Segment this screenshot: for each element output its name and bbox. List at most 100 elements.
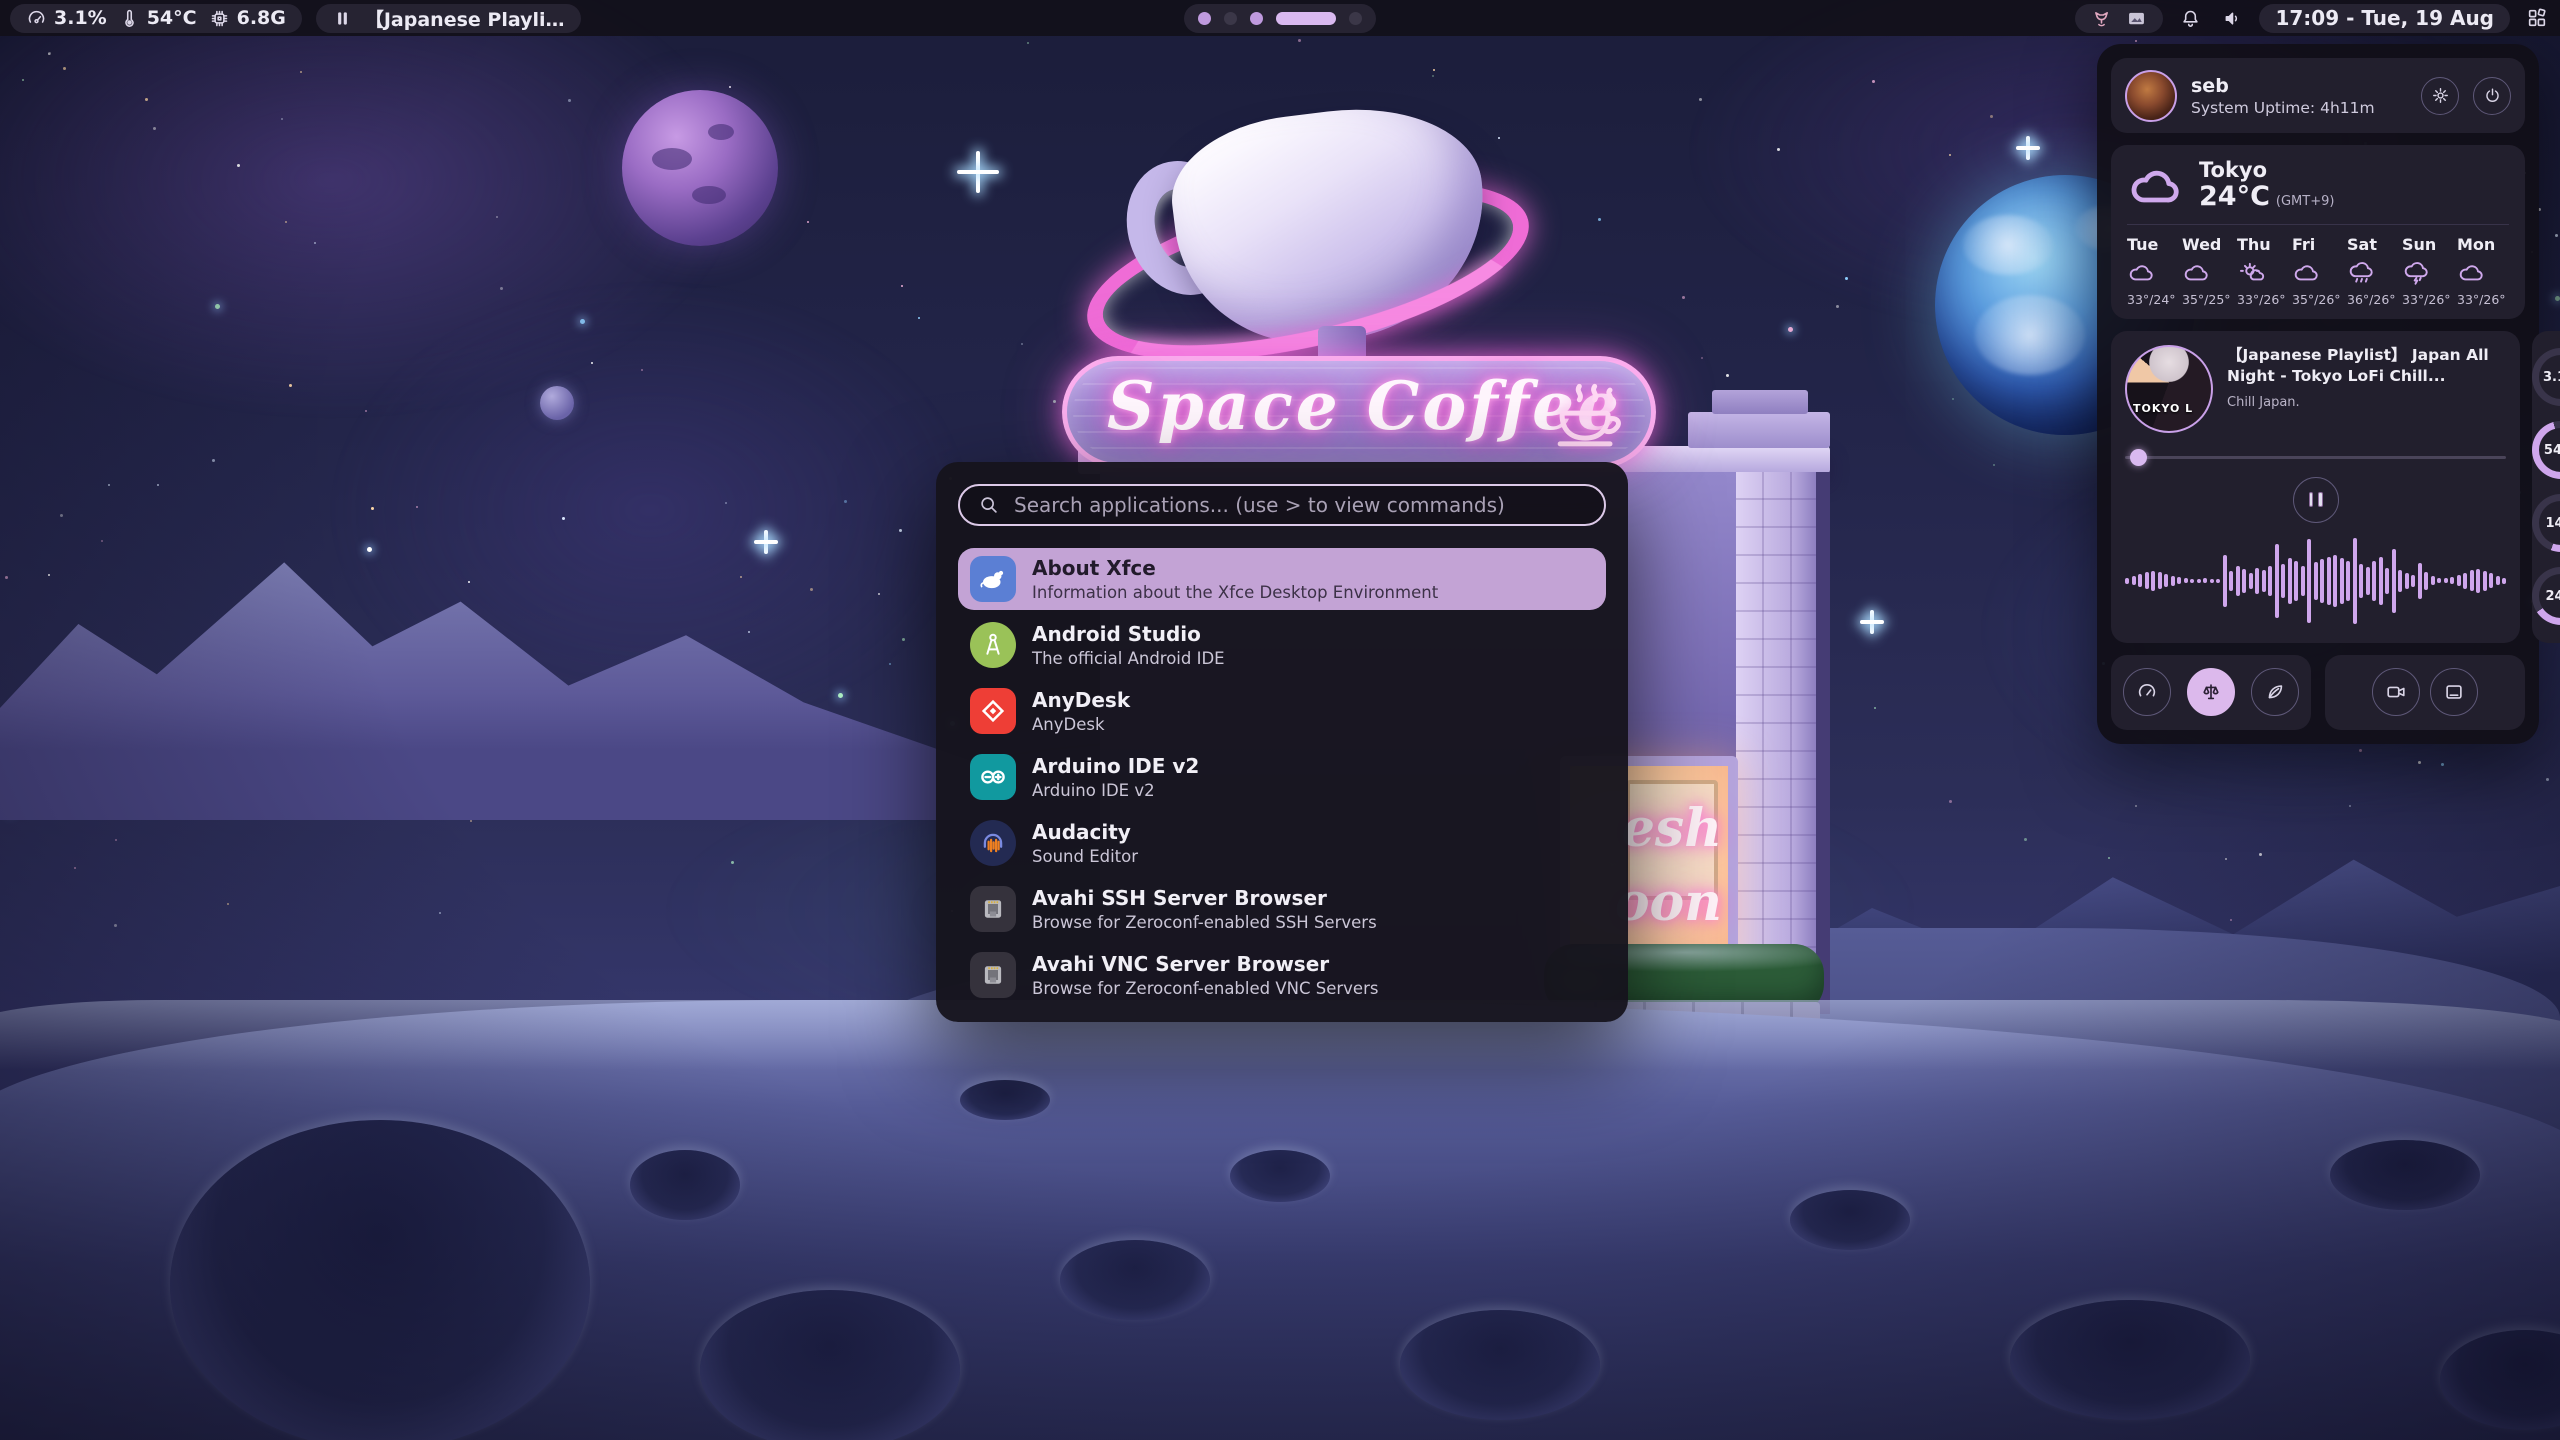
forecast-day: Mon 33°/26° [2457, 235, 2509, 307]
forecast-day: Sun 33°/26° [2402, 235, 2454, 307]
app-item-audacity[interactable]: Audacity Sound Editor [958, 812, 1606, 874]
xfce-mouse-icon [970, 556, 1016, 602]
screenshot-button[interactable] [2430, 668, 2478, 716]
network-socket-icon [970, 886, 1016, 932]
system-stats-pill: 3.1% 54°C 6.8G [10, 4, 302, 33]
divider [2127, 224, 2509, 225]
top-panel: 3.1% 54°C 6.8G 【Japanese Playlist】 J... … [0, 0, 2560, 36]
app-item-avahi-vnc[interactable]: Avahi VNC Server Browser Browse for Zero… [958, 944, 1606, 1006]
progress-knob[interactable] [2130, 449, 2147, 466]
pet-icon[interactable] [2091, 8, 2112, 29]
avatar [2125, 70, 2177, 122]
cloud-icon [2127, 164, 2185, 208]
workspace-indicator [1184, 4, 1376, 33]
notifications-bell-icon[interactable] [2175, 3, 2205, 33]
app-description: Information about the Xfce Desktop Envir… [1032, 583, 1438, 602]
user-card: seb System Uptime: 4h11m [2111, 58, 2525, 133]
workspace-dot-1[interactable] [1198, 12, 1211, 25]
cpu-gauge: 3.1% [2532, 348, 2560, 406]
tray-pill [2075, 4, 2163, 33]
workspace-dot-5[interactable] [1349, 12, 1362, 25]
forecast-day: Fri 35°/26° [2292, 235, 2344, 307]
cpu-usage-value: 3.1% [54, 7, 107, 29]
powersave-profile-button[interactable] [2251, 668, 2299, 716]
app-item-android-studio[interactable]: Android Studio The official Android IDE [958, 614, 1606, 676]
play-pause-button[interactable] [2293, 477, 2339, 523]
clock-text: 17:09 - Tue, 19 Aug [2275, 6, 2494, 30]
forecast-day: Sat 36°/26° [2347, 235, 2399, 307]
app-item-avahi-ssh[interactable]: Avahi SSH Server Browser Browse for Zero… [958, 878, 1606, 940]
now-playing-text: 【Japanese Playlist】 J... [365, 5, 565, 32]
videocam-icon [2385, 681, 2407, 703]
audacity-icon [970, 820, 1016, 866]
network-socket-icon [970, 952, 1016, 998]
gauge-icon [26, 8, 47, 29]
weather-temp: 24°C [2199, 181, 2270, 212]
widget-sidebar: seb System Uptime: 4h11m Tokyo 24°C(GMT+… [2097, 44, 2539, 744]
arduino-icon [970, 754, 1016, 800]
clock-pill[interactable]: 17:09 - Tue, 19 Aug [2259, 4, 2510, 33]
workspace-dot-3[interactable] [1250, 12, 1263, 25]
settings-button[interactable] [2421, 77, 2459, 115]
workspace-dot-4[interactable] [1276, 12, 1336, 25]
now-playing-pill[interactable]: 【Japanese Playlist】 J... [316, 4, 581, 33]
app-name: Avahi SSH Server Browser [1032, 886, 1377, 910]
album-art-text: TOKYO L [2133, 402, 2193, 415]
weather-forecast: Tue 33°/24° Wed 35°/25° Thu 33°/26° Fri … [2127, 235, 2509, 307]
launcher-search[interactable] [958, 484, 1606, 526]
cloud-icon [2182, 260, 2212, 286]
rain-icon [2347, 260, 2377, 286]
search-input[interactable] [1014, 493, 1586, 517]
app-item-anydesk[interactable]: AnyDesk AnyDesk [958, 680, 1606, 742]
wallpaper-icon[interactable] [2126, 8, 2147, 29]
track-title: 【Japanese Playlist】 Japan All Night - To… [2227, 345, 2506, 387]
cpu-usage: 3.1% [26, 7, 107, 29]
app-description: Browse for Zeroconf-enabled VNC Servers [1032, 979, 1378, 998]
track-artist: Chill Japan. [2227, 395, 2506, 410]
uptime-text: System Uptime: 4h11m [2191, 99, 2407, 117]
weather-card: Tokyo 24°C(GMT+9) Tue 33°/24° Wed 35°/25… [2111, 145, 2525, 319]
app-name: AnyDesk [1032, 688, 1130, 712]
memory-gauge: 14% [2532, 494, 2560, 552]
power-button[interactable] [2473, 77, 2511, 115]
app-description: AnyDesk [1032, 715, 1130, 734]
seek-slider[interactable] [2125, 449, 2506, 465]
waveform [2125, 533, 2506, 629]
seek-track [2125, 456, 2506, 460]
cloud-icon [2127, 260, 2157, 286]
widgets-grid-icon[interactable] [2522, 3, 2552, 33]
power-profile-group [2111, 655, 2311, 730]
screenshot-icon [2443, 681, 2465, 703]
app-item-arduino[interactable]: Arduino IDE v2 Arduino IDE v2 [958, 746, 1606, 808]
anydesk-icon [970, 688, 1016, 734]
app-item-about-xfce[interactable]: About Xfce Information about the Xfce De… [958, 548, 1606, 610]
app-launcher: About Xfce Information about the Xfce De… [936, 462, 1628, 1022]
partly-sunny-icon [2237, 260, 2267, 286]
gauge-icon [2136, 681, 2158, 703]
album-art: TOKYO L [2125, 345, 2213, 433]
weather-city: Tokyo [2199, 159, 2334, 182]
system-gauges-card: 3.1% 54°C 14% 24% [2532, 331, 2560, 643]
balanced-profile-button[interactable] [2187, 668, 2235, 716]
disk-gauge: 24% [2532, 567, 2560, 625]
app-name: Arduino IDE v2 [1032, 754, 1199, 778]
app-name: Avahi VNC Server Browser [1032, 952, 1378, 976]
cloud-icon [2292, 260, 2322, 286]
app-description: Browse for Zeroconf-enabled SSH Servers [1032, 913, 1377, 932]
android-studio-icon [970, 622, 1016, 668]
gear-icon [2431, 86, 2450, 105]
thermometer-icon [119, 8, 140, 29]
performance-profile-button[interactable] [2123, 668, 2171, 716]
workspace-dot-2[interactable] [1224, 12, 1237, 25]
forecast-day: Wed 35°/25° [2182, 235, 2234, 307]
temperature-gauge: 54°C [2532, 421, 2560, 479]
forecast-day: Tue 33°/24° [2127, 235, 2179, 307]
capture-group [2325, 655, 2525, 730]
volume-icon[interactable] [2217, 3, 2247, 33]
temperature-value: 54°C [147, 7, 197, 29]
chip-icon [209, 8, 230, 29]
app-description: The official Android IDE [1032, 649, 1225, 668]
screen-record-button[interactable] [2372, 668, 2420, 716]
app-description: Sound Editor [1032, 847, 1138, 866]
username: seb [2191, 75, 2229, 97]
